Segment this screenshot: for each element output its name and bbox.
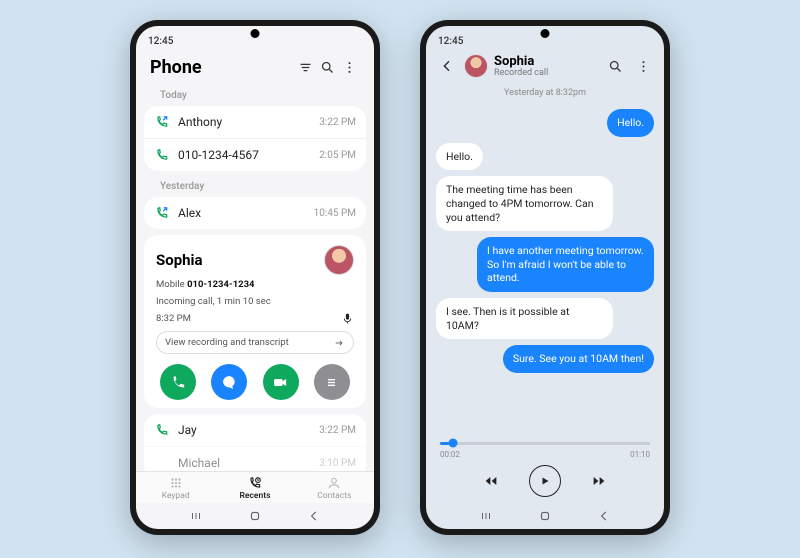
call-time: 3:10 PM — [319, 458, 356, 469]
arrow-right-icon — [333, 338, 345, 348]
call-row-number[interactable]: 010-1234-4567 2:05 PM — [144, 138, 366, 171]
avatar[interactable] — [464, 54, 488, 78]
call-time: 3:22 PM — [319, 117, 356, 128]
tab-recents[interactable]: Recents — [215, 476, 294, 501]
chat-contact-name: Sophia — [494, 55, 598, 68]
message-sent[interactable]: Sure. See you at 10AM then! — [503, 345, 654, 373]
message-list[interactable]: Yesterday at 8:32pm Hello. Hello. The me… — [426, 84, 664, 432]
tab-keypad[interactable]: Keypad — [136, 476, 215, 501]
info-button[interactable] — [314, 364, 350, 400]
detail-time: 8:32 PM — [156, 313, 341, 326]
call-row-anthony[interactable]: Anthony 3:22 PM — [144, 106, 366, 138]
call-row-alex[interactable]: Alex 10:45 PM — [144, 197, 366, 229]
outgoing-call-icon — [154, 147, 170, 163]
transcript-label: View recording and transcript — [165, 337, 333, 348]
status-time: 12:45 — [148, 36, 173, 47]
bottom-nav: Keypad Recents Contacts — [136, 471, 374, 503]
android-navbar — [426, 503, 664, 529]
app-header: Phone — [136, 50, 374, 86]
status-time: 12:45 — [438, 36, 463, 47]
search-icon[interactable] — [316, 56, 338, 78]
filter-icon[interactable] — [294, 56, 316, 78]
call-detail-card[interactable]: Sophia Mobile 010-1234-1234 Incoming cal… — [144, 235, 366, 408]
more-icon[interactable] — [338, 56, 360, 78]
section-yesterday: Yesterday — [144, 177, 366, 195]
outgoing-call-icon — [154, 114, 170, 130]
call-time: 2:05 PM — [319, 150, 356, 161]
call-name: Alex — [178, 206, 314, 220]
view-transcript-button[interactable]: View recording and transcript — [156, 331, 354, 354]
avatar[interactable] — [324, 245, 354, 275]
call-name: Michael — [178, 456, 319, 470]
recent-apps-icon[interactable] — [186, 509, 206, 523]
home-icon[interactable] — [245, 509, 265, 523]
back-icon[interactable] — [594, 509, 614, 523]
more-icon[interactable] — [632, 55, 654, 77]
microphone-icon — [341, 312, 354, 325]
camera-cutout — [251, 29, 260, 38]
forward-button[interactable] — [589, 473, 609, 489]
chat-subtitle: Recorded call — [494, 68, 598, 78]
phone-right: 12:45 Sophia Recorded call Yesterday at … — [420, 20, 670, 535]
outgoing-call-icon — [154, 205, 170, 221]
back-icon[interactable] — [304, 509, 324, 523]
tab-label: Recents — [240, 491, 271, 501]
call-button[interactable] — [160, 364, 196, 400]
tab-label: Keypad — [162, 491, 190, 501]
outgoing-call-icon — [154, 455, 170, 471]
time-total: 01:10 — [630, 450, 650, 459]
detail-name: Sophia — [156, 251, 324, 269]
seek-bar[interactable] — [440, 438, 650, 448]
tab-label: Contacts — [317, 491, 351, 501]
call-name: 010-1234-4567 — [178, 148, 319, 162]
app-title: Phone — [150, 57, 294, 78]
recents-list[interactable]: Today Anthony 3:22 PM 010-1234-4567 2:05… — [136, 86, 374, 471]
call-time: 3:22 PM — [319, 425, 356, 436]
camera-cutout — [541, 29, 550, 38]
call-row-jay[interactable]: Jay 3:22 PM — [144, 414, 366, 446]
audio-player: 00:02 01:10 — [426, 432, 664, 503]
call-name: Anthony — [178, 115, 319, 129]
android-navbar — [136, 503, 374, 529]
message-button[interactable] — [211, 364, 247, 400]
message-received[interactable]: Hello. — [436, 143, 483, 171]
message-received[interactable]: I see. Then is it possible at 10AM? — [436, 298, 613, 339]
search-icon[interactable] — [604, 55, 626, 77]
detail-number: Mobile 010-1234-1234 — [156, 279, 341, 292]
call-name: Jay — [178, 423, 319, 437]
detail-duration: Incoming call, 1 min 10 sec — [156, 296, 341, 309]
rewind-button[interactable] — [481, 473, 501, 489]
message-received[interactable]: The meeting time has been changed to 4PM… — [436, 176, 613, 231]
call-row-michael[interactable]: Michael 3:10 PM — [144, 446, 366, 471]
day-stamp: Yesterday at 8:32pm — [436, 88, 654, 98]
time-current: 00:02 — [440, 450, 460, 459]
message-sent[interactable]: I have another meeting tomorrow. So I'm … — [477, 237, 654, 292]
call-time: 10:45 PM — [314, 208, 356, 219]
video-call-button[interactable] — [263, 364, 299, 400]
play-button[interactable] — [529, 465, 561, 497]
message-sent[interactable]: Hello. — [607, 109, 654, 137]
chat-header: Sophia Recorded call — [426, 50, 664, 84]
tab-contacts[interactable]: Contacts — [295, 476, 374, 501]
phone-left: 12:45 Phone Today Anthony — [130, 20, 380, 535]
outgoing-call-icon — [154, 422, 170, 438]
section-today: Today — [144, 86, 366, 104]
back-icon[interactable] — [436, 55, 458, 77]
recent-apps-icon[interactable] — [476, 509, 496, 523]
home-icon[interactable] — [535, 509, 555, 523]
